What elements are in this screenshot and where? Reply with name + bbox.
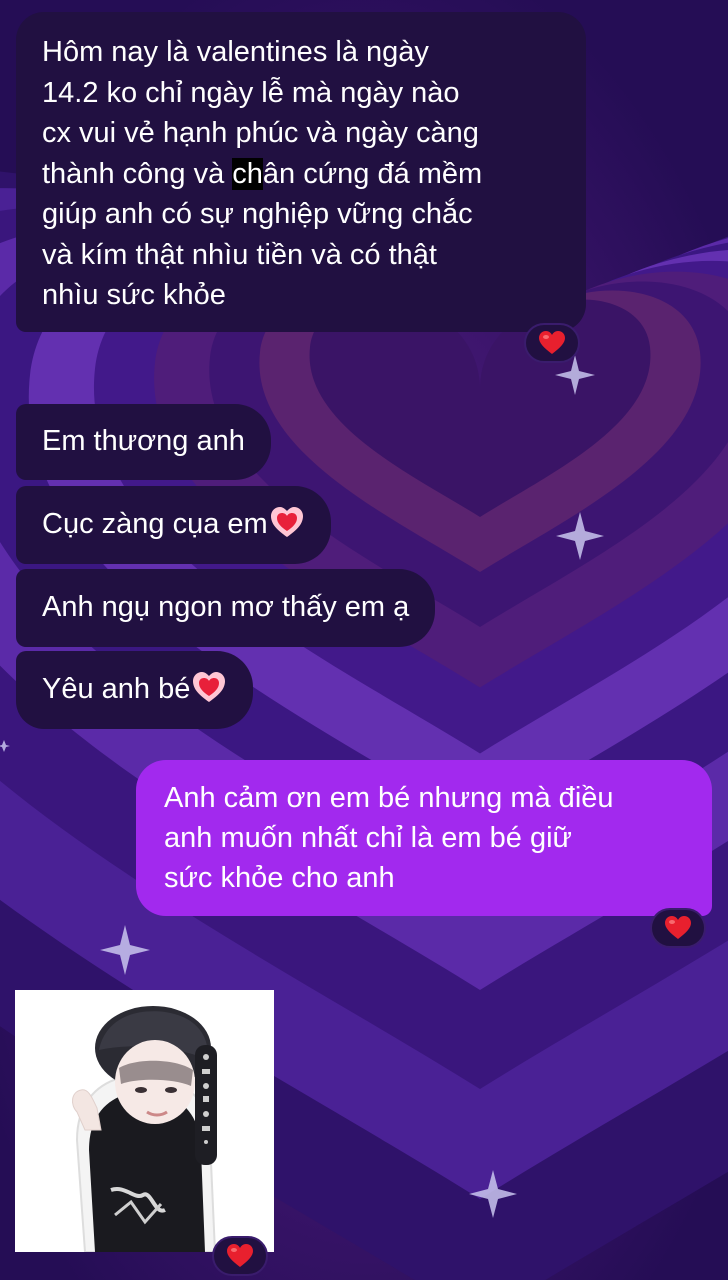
message-line: cx vui vẻ hạnh phúc và ngày càng [42,117,479,149]
pink-heart-icon [270,507,303,537]
message-line-with-highlight: thành công và chân cứng đá mềm [42,157,483,190]
red-heart-icon [539,331,565,354]
message-bubble-valentine[interactable]: Hôm nay là valentines là ngày 14.2 ko ch… [16,12,586,332]
message-line: và kím thật nhìu tiền và có thật [42,238,437,271]
sticker-photo-message[interactable] [15,990,274,1252]
message-text: Cục zàng cụa em [42,508,268,540]
message-line: Anh cảm ơn em bé nhưng mà điều [164,782,614,814]
message-bubble[interactable]: Cục zàng cụa em [16,486,331,564]
text-selection-highlight: ch [232,157,263,190]
message-line: 14.2 ko chỉ ngày lễ mà ngày nào [42,76,460,109]
red-heart-icon [665,916,691,939]
message-text: Anh ngụ ngon mơ thấy em ạ [42,591,410,623]
message-text: Yêu anh bé [42,673,191,705]
message-bubble[interactable]: Em thương anh [16,404,271,480]
message-line: giúp anh có sự nghiệp vững chắc [42,198,473,230]
pink-heart-icon [193,672,226,702]
message-line: nhìu sức khỏe [42,279,226,311]
message-line: sức khỏe cho anh [164,862,395,894]
message-text: Em thương anh [42,425,245,457]
message-bubble[interactable]: Yêu anh bé [16,651,254,729]
reaction-badge[interactable] [212,1236,268,1276]
reaction-badge[interactable] [650,908,706,948]
reaction-badge[interactable] [524,323,580,363]
message-line: anh muốn nhất chỉ là em bé giữ [164,822,572,854]
red-heart-icon [227,1244,253,1267]
message-line: Hôm nay là valentines là ngày [42,36,429,68]
person-sticker-icon [15,990,274,1252]
message-bubble-outgoing[interactable]: Anh cảm ơn em bé nhưng mà điều anh muốn … [136,760,712,916]
message-bubble[interactable]: Anh ngụ ngon mơ thấy em ạ [16,569,436,647]
